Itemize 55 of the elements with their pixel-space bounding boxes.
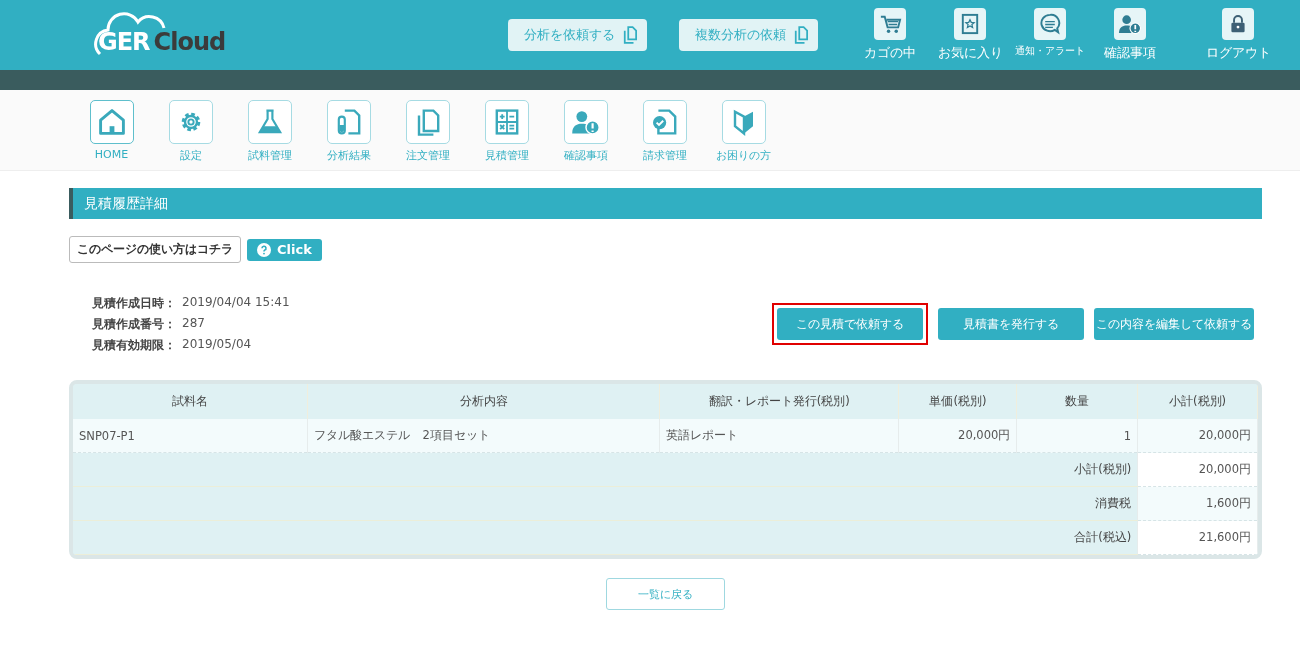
- table-cell: 英語レポート: [659, 419, 899, 453]
- back-button[interactable]: 一覧に戻る: [606, 578, 725, 610]
- nav-link[interactable]: 分析結果: [309, 100, 388, 163]
- user-alert-icon: [1118, 12, 1142, 36]
- table-cell: SNP07-P1: [73, 419, 308, 453]
- nav-link[interactable]: 注文管理: [388, 100, 467, 163]
- summary-value: 21,600円: [1137, 520, 1258, 555]
- nav-link[interactable]: 見積管理: [467, 100, 546, 163]
- summary-label: 小計(税別): [73, 452, 1138, 487]
- action-button[interactable]: この内容を編集して依頼する: [1094, 308, 1254, 340]
- table-cell: フタル酸エステル 2項目セット: [307, 419, 660, 453]
- summary-value: 1,600円: [1137, 486, 1258, 521]
- info-value: 287: [182, 316, 206, 332]
- column-header: 数量: [1016, 384, 1138, 419]
- click-button[interactable]: Click: [247, 238, 322, 261]
- summary-value: 20,000円: [1137, 452, 1258, 487]
- info-value: 2019/05/04: [182, 337, 253, 353]
- info-label: 見積作成日時：: [92, 295, 176, 312]
- logout-link[interactable]: ログアウト: [1190, 0, 1286, 62]
- summary-label: 消費税: [73, 486, 1138, 521]
- column-header: 分析内容: [307, 384, 660, 419]
- documents-icon: [623, 26, 637, 44]
- table-cell: 20,000円: [1137, 419, 1258, 453]
- header-link[interactable]: カゴの中: [850, 0, 930, 62]
- documents-icon: [794, 26, 808, 44]
- column-header: 試料名: [73, 384, 308, 419]
- column-header: 単価(税別): [898, 384, 1017, 419]
- info-label: 見積作成番号：: [92, 316, 176, 333]
- table-cell: 1: [1016, 419, 1138, 453]
- page-title: 見積履歴詳細: [69, 188, 1262, 219]
- header-link[interactable]: お気に入り: [930, 0, 1010, 62]
- action-button[interactable]: 見積書を発行する: [938, 308, 1084, 340]
- header-link[interactable]: 確認事項: [1090, 0, 1170, 62]
- request-button[interactable]: 分析を依頼する: [508, 19, 647, 51]
- nav-link[interactable]: 試料管理: [230, 100, 309, 163]
- action-button[interactable]: この見積で依頼する: [777, 308, 923, 340]
- info-value: 2019/04/04 15:41: [182, 295, 290, 311]
- chat-icon: [1038, 12, 1062, 36]
- table-cell: 20,000円: [898, 419, 1017, 453]
- summary-label: 合計(税込): [73, 520, 1138, 555]
- nav-link[interactable]: お困りの方: [704, 100, 783, 163]
- logo-text: GER: [98, 28, 150, 56]
- help-label: このページの使い方はコチラ: [69, 236, 241, 263]
- info-label: 見積有効期限：: [92, 337, 176, 354]
- nav-link[interactable]: 設定: [151, 100, 230, 163]
- home-icon: [96, 107, 127, 137]
- help-icon: [257, 242, 271, 257]
- column-header: 翻訳・レポート発行(税別): [659, 384, 899, 419]
- header-link[interactable]: 通知・アラート: [1010, 0, 1090, 58]
- logo-text: Cloud: [153, 28, 226, 56]
- column-header: 小計(税別): [1137, 384, 1258, 419]
- nav-link[interactable]: HOME: [72, 100, 151, 163]
- nav-link[interactable]: 請求管理: [625, 100, 704, 163]
- nav-link[interactable]: 確認事項: [546, 100, 625, 163]
- request-button[interactable]: 複数分析の依頼: [679, 19, 818, 51]
